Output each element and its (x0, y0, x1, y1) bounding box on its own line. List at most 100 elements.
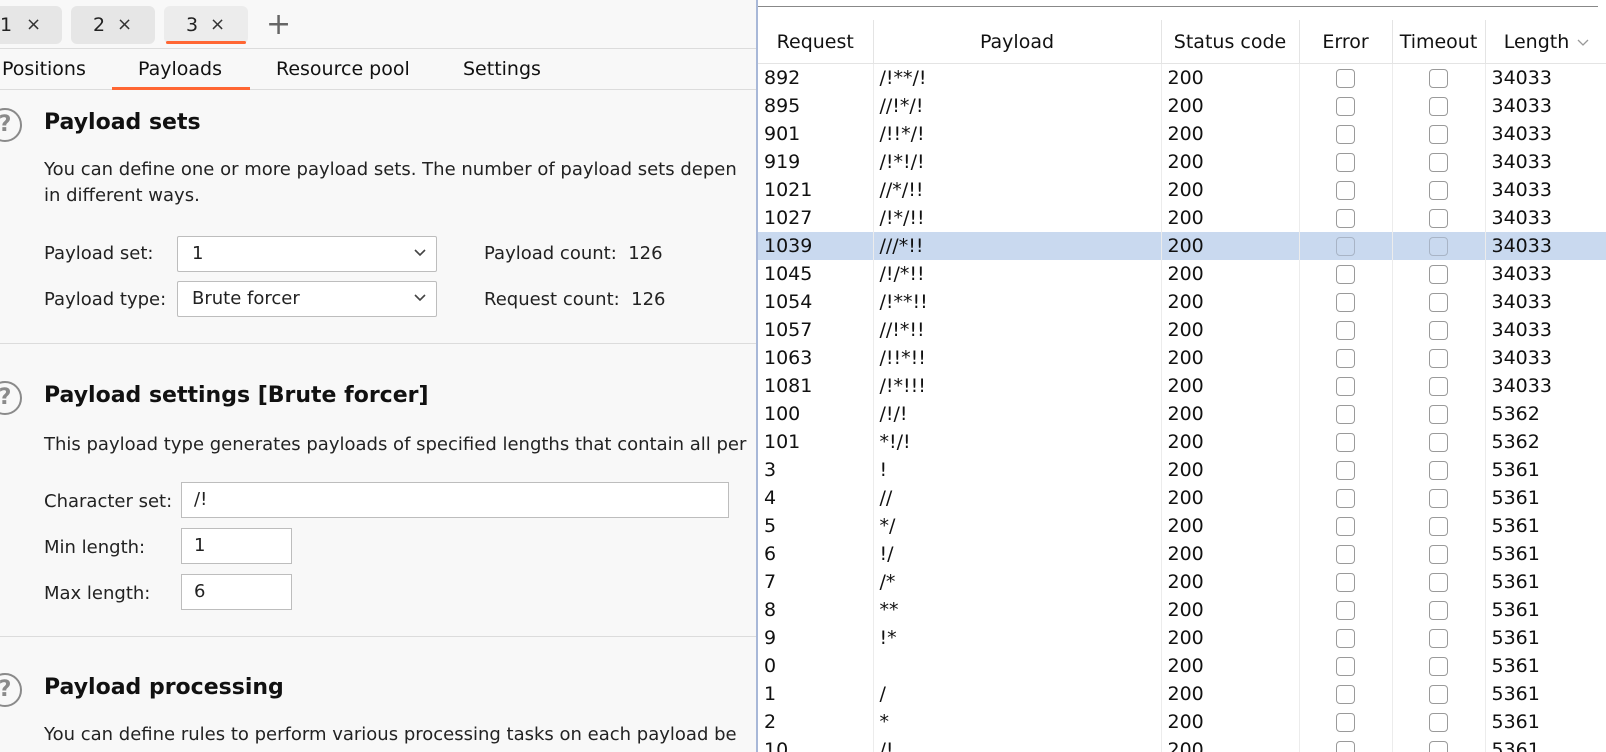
timeout-checkbox[interactable] (1429, 321, 1448, 340)
table-row[interactable]: 1045/!/*!! 200 34033 (758, 260, 1606, 288)
table-row[interactable]: 8 ** 200 5361 (758, 596, 1606, 624)
error-checkbox[interactable] (1336, 573, 1355, 592)
table-row[interactable]: 1039///*!! 200 34033 (758, 232, 1606, 260)
table-row[interactable]: 1063/!!*!! 200 34033 (758, 344, 1606, 372)
timeout-checkbox[interactable] (1429, 433, 1448, 452)
table-row[interactable]: 101 *!/! 200 5362 (758, 428, 1606, 456)
timeout-checkbox[interactable] (1429, 517, 1448, 536)
tab-resource-pool[interactable]: Resource pool (276, 49, 410, 89)
table-row[interactable]: 6 !/200 5361 (758, 540, 1606, 568)
column-header-length[interactable]: Length (1485, 20, 1606, 64)
table-row[interactable]: 1054/!**!! 200 34033 (758, 288, 1606, 316)
table-row[interactable]: 1027/!*/!! 200 34033 (758, 204, 1606, 232)
table-row[interactable]: 0 200 5361 (758, 652, 1606, 680)
close-icon[interactable]: × (210, 6, 225, 44)
column-header-payload[interactable]: Payload (873, 20, 1162, 64)
tab-2[interactable]: 2 × (71, 6, 155, 44)
timeout-checkbox[interactable] (1429, 629, 1448, 648)
table-row[interactable]: 892/!**/! 200 34033 (758, 63, 1606, 92)
timeout-checkbox[interactable] (1429, 657, 1448, 676)
payload-type-select[interactable]: Brute forcer (177, 281, 437, 317)
timeout-checkbox[interactable] (1429, 713, 1448, 732)
character-set-input[interactable]: /! (181, 482, 729, 518)
error-checkbox[interactable] (1336, 517, 1355, 536)
error-checkbox[interactable] (1336, 405, 1355, 424)
table-row[interactable]: 1081/!*!!! 200 34033 (758, 372, 1606, 400)
column-header-status-code[interactable]: Status code (1161, 20, 1300, 64)
error-checkbox[interactable] (1336, 97, 1355, 116)
table-row[interactable]: 10/! 200 5361 (758, 736, 1606, 752)
error-checkbox[interactable] (1336, 629, 1355, 648)
error-checkbox[interactable] (1336, 293, 1355, 312)
error-checkbox[interactable] (1336, 265, 1355, 284)
table-row[interactable]: 100/!/! 200 5362 (758, 400, 1606, 428)
table-row[interactable]: 5 */200 5361 (758, 512, 1606, 540)
error-checkbox[interactable] (1336, 685, 1355, 704)
timeout-checkbox[interactable] (1429, 489, 1448, 508)
timeout-checkbox[interactable] (1429, 685, 1448, 704)
table-row[interactable]: 1/200 5361 (758, 680, 1606, 708)
timeout-checkbox[interactable] (1429, 377, 1448, 396)
add-tab-icon[interactable]: + (266, 8, 291, 42)
timeout-checkbox[interactable] (1429, 209, 1448, 228)
tab-1[interactable]: 1 × (0, 6, 62, 44)
error-checkbox[interactable] (1336, 545, 1355, 564)
tab-positions[interactable]: Positions (2, 49, 86, 89)
help-icon[interactable]: ? (0, 381, 22, 415)
table-row[interactable]: 7/* 200 5361 (758, 568, 1606, 596)
error-checkbox[interactable] (1336, 657, 1355, 676)
timeout-checkbox[interactable] (1429, 573, 1448, 592)
error-checkbox[interactable] (1336, 601, 1355, 620)
timeout-checkbox[interactable] (1429, 293, 1448, 312)
error-checkbox[interactable] (1336, 461, 1355, 480)
timeout-checkbox[interactable] (1429, 181, 1448, 200)
timeout-checkbox[interactable] (1429, 69, 1448, 88)
table-row[interactable]: 1021//*/!! 200 34033 (758, 176, 1606, 204)
error-checkbox[interactable] (1336, 741, 1355, 752)
close-icon[interactable]: × (117, 6, 132, 44)
table-row[interactable]: 919/!*!/! 200 34033 (758, 148, 1606, 176)
timeout-checkbox[interactable] (1429, 405, 1448, 424)
error-checkbox[interactable] (1336, 713, 1355, 732)
tab-settings[interactable]: Settings (463, 49, 541, 89)
tab-payloads[interactable]: Payloads (112, 49, 250, 90)
column-header-timeout[interactable]: Timeout (1392, 20, 1486, 64)
timeout-checkbox[interactable] (1429, 349, 1448, 368)
timeout-checkbox[interactable] (1429, 97, 1448, 116)
timeout-checkbox[interactable] (1429, 545, 1448, 564)
payload-set-select[interactable]: 1 (177, 236, 437, 272)
timeout-checkbox[interactable] (1429, 601, 1448, 620)
table-row[interactable]: 4//200 5361 (758, 484, 1606, 512)
timeout-checkbox[interactable] (1429, 125, 1448, 144)
min-length-input[interactable]: 1 (181, 528, 292, 564)
table-row[interactable]: 3! 200 5361 (758, 456, 1606, 484)
help-icon[interactable]: ? (0, 673, 22, 707)
table-row[interactable]: 9 !* 200 5361 (758, 624, 1606, 652)
table-row[interactable]: 901/!!*/! 200 34033 (758, 120, 1606, 148)
close-icon[interactable]: × (26, 6, 41, 44)
help-icon[interactable]: ? (0, 108, 22, 142)
error-checkbox[interactable] (1336, 321, 1355, 340)
column-header-error[interactable]: Error (1299, 20, 1393, 64)
column-header-request[interactable]: Request (758, 20, 874, 64)
timeout-checkbox[interactable] (1429, 153, 1448, 172)
error-checkbox[interactable] (1336, 181, 1355, 200)
error-checkbox[interactable] (1336, 69, 1355, 88)
error-checkbox[interactable] (1336, 349, 1355, 368)
error-checkbox[interactable] (1336, 237, 1355, 256)
error-checkbox[interactable] (1336, 433, 1355, 452)
table-row[interactable]: 2 * 200 5361 (758, 708, 1606, 736)
error-checkbox[interactable] (1336, 153, 1355, 172)
error-checkbox[interactable] (1336, 489, 1355, 508)
error-checkbox[interactable] (1336, 209, 1355, 228)
max-length-input[interactable]: 6 (181, 574, 292, 610)
table-row[interactable]: 895//!*/! 200 34033 (758, 92, 1606, 120)
error-checkbox[interactable] (1336, 125, 1355, 144)
tab-3[interactable]: 3 × (164, 6, 248, 44)
timeout-checkbox[interactable] (1429, 461, 1448, 480)
timeout-checkbox[interactable] (1429, 237, 1448, 256)
error-checkbox[interactable] (1336, 377, 1355, 396)
timeout-checkbox[interactable] (1429, 741, 1448, 752)
timeout-checkbox[interactable] (1429, 265, 1448, 284)
table-row[interactable]: 1057//!*!! 200 34033 (758, 316, 1606, 344)
